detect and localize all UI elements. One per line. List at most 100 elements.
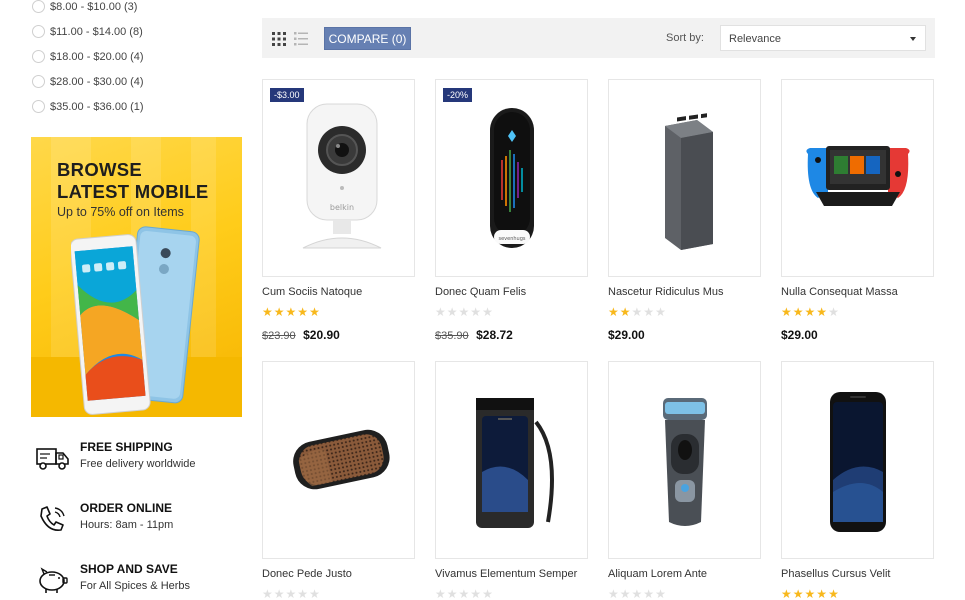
chevron-down-icon bbox=[910, 37, 916, 41]
star-icon: ★ bbox=[446, 305, 459, 319]
service-order-online: ORDER ONLINE Hours: 8am - 11pm bbox=[36, 501, 246, 541]
product-image[interactable] bbox=[608, 79, 761, 277]
price: $20.90 bbox=[303, 328, 340, 342]
star-icon: ★ bbox=[309, 305, 321, 319]
product-prices: $29.00 bbox=[608, 326, 645, 344]
product-image[interactable]: sevenhugs -20% bbox=[435, 79, 588, 277]
product-name[interactable]: Donec Quam Felis bbox=[435, 286, 526, 298]
star-icon: ★ bbox=[655, 587, 667, 600]
service-description: For All Spices & Herbs bbox=[80, 580, 191, 592]
radio-button[interactable] bbox=[32, 0, 45, 13]
radio-button[interactable] bbox=[32, 50, 45, 63]
star-icon: ★ bbox=[619, 587, 632, 600]
star-icon: ★ bbox=[608, 305, 620, 319]
product-name[interactable]: Vivamus Elementum Semper bbox=[435, 568, 577, 580]
shaver-image bbox=[663, 398, 707, 526]
product-name[interactable]: Donec Pede Justo bbox=[262, 568, 352, 580]
product-prices: $29.00 bbox=[781, 326, 818, 344]
service-description: Free delivery worldwide bbox=[80, 458, 196, 470]
product-image[interactable] bbox=[781, 79, 934, 277]
product-toolbar: COMPARE (0) Sort by: Relevance bbox=[262, 18, 935, 58]
star-icon: ★ bbox=[309, 587, 321, 600]
product-name[interactable]: Phasellus Cursus Velit bbox=[781, 568, 890, 580]
rating-stars: ★★★★★ bbox=[262, 587, 321, 600]
service-title: ORDER ONLINE bbox=[80, 501, 173, 515]
rating-stars: ★★★★★ bbox=[435, 587, 494, 600]
star-icon: ★ bbox=[816, 587, 829, 600]
star-icon: ★ bbox=[608, 587, 620, 600]
radio-button[interactable] bbox=[32, 100, 45, 113]
radio-button[interactable] bbox=[32, 25, 45, 38]
star-icon: ★ bbox=[655, 305, 667, 319]
old-price: $23.90 bbox=[262, 330, 296, 342]
price-filter-label: $11.00 - $14.00 (8) bbox=[50, 25, 143, 38]
product-image[interactable] bbox=[262, 361, 415, 559]
service-free-shipping: FREE SHIPPING Free delivery worldwide bbox=[36, 440, 246, 480]
compare-button[interactable]: COMPARE (0) bbox=[324, 27, 411, 50]
speaker-image bbox=[293, 429, 390, 490]
star-icon: ★ bbox=[804, 305, 817, 319]
service-description: Hours: 8am - 11pm bbox=[80, 519, 174, 531]
service-title: SHOP AND SAVE bbox=[80, 562, 178, 576]
service-shop-and-save: SHOP AND SAVE For All Spices & Herbs bbox=[36, 562, 246, 600]
star-icon: ★ bbox=[435, 587, 447, 600]
banner-subtitle: Up to 75% off on Items bbox=[57, 205, 184, 219]
old-price: $35.90 bbox=[435, 330, 469, 342]
price-filter-item[interactable]: $35.00 - $36.00 (1) bbox=[32, 94, 242, 119]
phones-image bbox=[71, 226, 200, 415]
product-image[interactable] bbox=[781, 361, 934, 559]
product-name[interactable]: Nulla Consequat Massa bbox=[781, 286, 898, 298]
price-filter-label: $28.00 - $30.00 (4) bbox=[50, 75, 144, 88]
price-filter-item[interactable]: $28.00 - $30.00 (4) bbox=[32, 69, 242, 94]
star-icon: ★ bbox=[262, 587, 274, 600]
list-view-icon[interactable] bbox=[294, 32, 308, 46]
promo-banner[interactable]: BROWSE LATEST MOBILE Up to 75% off on It… bbox=[31, 137, 242, 417]
smart-remote-image: sevenhugs bbox=[490, 108, 534, 248]
star-icon: ★ bbox=[285, 305, 298, 319]
star-icon: ★ bbox=[285, 587, 298, 600]
webcam-image: belkin bbox=[302, 103, 382, 249]
star-icon: ★ bbox=[643, 305, 656, 319]
svg-text:belkin: belkin bbox=[330, 203, 354, 212]
truck-icon bbox=[36, 448, 69, 470]
product-image[interactable] bbox=[608, 361, 761, 559]
price-filter-label: $8.00 - $10.00 (3) bbox=[50, 0, 138, 13]
product-name[interactable]: Aliquam Lorem Ante bbox=[608, 568, 707, 580]
price-filter-label: $35.00 - $36.00 (1) bbox=[50, 100, 144, 113]
star-icon: ★ bbox=[792, 587, 805, 600]
price-filter-label: $18.00 - $20.00 (4) bbox=[50, 50, 144, 63]
piggy-bank-icon bbox=[39, 567, 68, 593]
product-name[interactable]: Nascetur Ridiculus Mus bbox=[608, 286, 724, 298]
game-console-image bbox=[806, 146, 910, 206]
sort-select-value: Relevance bbox=[729, 33, 781, 45]
smartphone-image bbox=[830, 392, 886, 532]
star-icon: ★ bbox=[804, 587, 817, 600]
rating-stars: ★★★★★ bbox=[781, 587, 840, 600]
star-icon: ★ bbox=[482, 305, 494, 319]
waterproof-case-image bbox=[476, 398, 554, 528]
svg-text:sevenhugs: sevenhugs bbox=[498, 236, 525, 242]
price-filter-item[interactable]: $8.00 - $10.00 (3) bbox=[32, 0, 242, 19]
star-icon: ★ bbox=[792, 305, 805, 319]
product-image[interactable]: belkin -$3.00 bbox=[262, 79, 415, 277]
star-icon: ★ bbox=[458, 587, 471, 600]
rating-stars: ★★★★★ bbox=[781, 305, 840, 319]
rating-stars: ★★★★★ bbox=[608, 587, 667, 600]
radio-button[interactable] bbox=[32, 75, 45, 88]
price: $28.72 bbox=[476, 328, 513, 342]
price-filter-item[interactable]: $11.00 - $14.00 (8) bbox=[32, 19, 242, 44]
price-filter-list: $8.00 - $10.00 (3) $11.00 - $14.00 (8) $… bbox=[32, 0, 242, 119]
grid-view-icon[interactable] bbox=[272, 32, 286, 46]
star-icon: ★ bbox=[262, 305, 274, 319]
price-filter-item[interactable]: $18.00 - $20.00 (4) bbox=[32, 44, 242, 69]
star-icon: ★ bbox=[619, 305, 632, 319]
rating-stars: ★★★★★ bbox=[262, 305, 321, 319]
star-icon: ★ bbox=[631, 587, 644, 600]
sort-select[interactable]: Relevance bbox=[720, 25, 926, 51]
star-icon: ★ bbox=[297, 587, 310, 600]
star-icon: ★ bbox=[781, 587, 793, 600]
star-icon: ★ bbox=[446, 587, 459, 600]
product-image[interactable] bbox=[435, 361, 588, 559]
product-name[interactable]: Cum Sociis Natoque bbox=[262, 286, 362, 298]
sort-label: Sort by: bbox=[666, 32, 704, 44]
